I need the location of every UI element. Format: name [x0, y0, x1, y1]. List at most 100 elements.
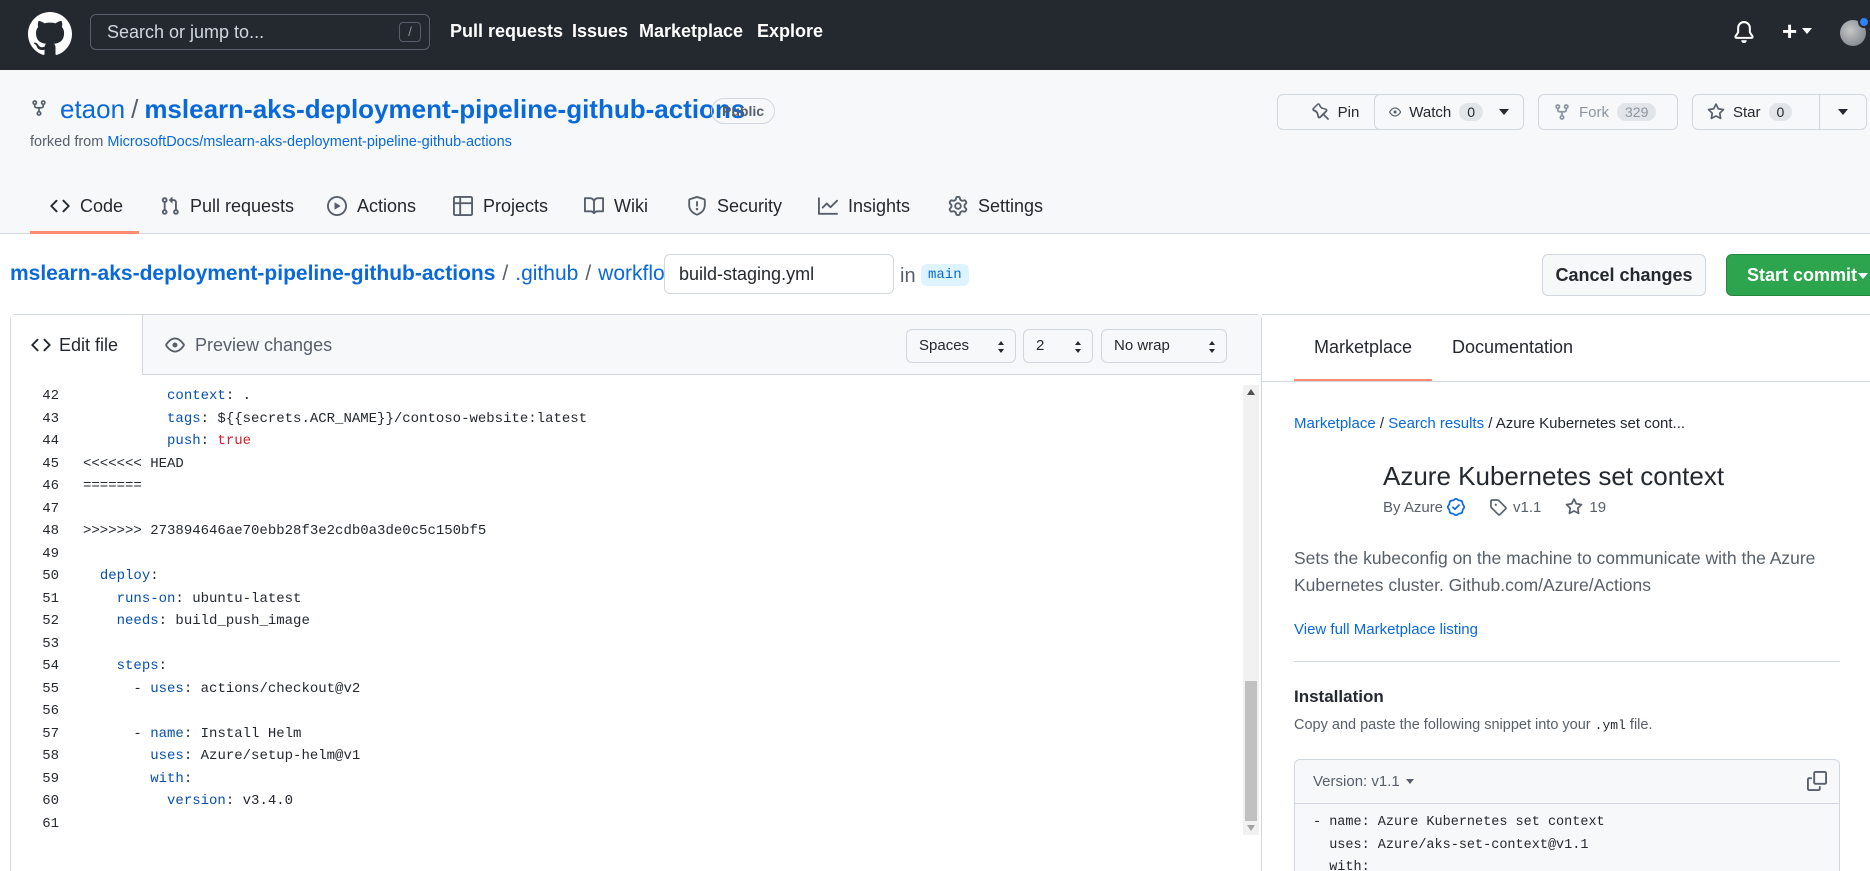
breadcrumb-repo-link[interactable]: mslearn-aks-deployment-pipeline-github-a…: [10, 262, 495, 285]
scrollbar-thumb[interactable]: [1245, 681, 1257, 821]
tab-code[interactable]: Code: [50, 178, 123, 234]
code-line[interactable]: 42 context: .: [11, 385, 1241, 408]
code-line[interactable]: 48 >>>>>>> 273894646ae70ebb28f3e2cdb0a3de…: [11, 520, 1241, 543]
panel-tab-marketplace[interactable]: Marketplace: [1294, 315, 1432, 381]
install-snippet-box: Version: v1.1 - name: Azure Kubernetes s…: [1294, 759, 1840, 871]
watch-button[interactable]: Watch 0: [1374, 94, 1524, 130]
create-new-plus-icon[interactable]: +: [1782, 16, 1797, 47]
code-area[interactable]: 42 context: . 43 tags: ${{secrets.ACR_NAM…: [11, 385, 1241, 835]
indent-size-select[interactable]: 2: [1023, 329, 1093, 363]
breadcrumb-github-dir-link[interactable]: .github: [515, 262, 578, 285]
code-line[interactable]: 53: [11, 633, 1241, 656]
yaml-key: version: [167, 793, 226, 809]
indent-mode-value: Spaces: [919, 337, 970, 354]
tab-preview-changes[interactable]: Preview changes: [165, 315, 332, 375]
code-line[interactable]: 46 =======: [11, 475, 1241, 498]
watch-count: 0: [1459, 103, 1483, 121]
select-arrows-icon: [1209, 341, 1215, 353]
pin-icon: [1311, 103, 1329, 120]
crumb-search-results-link[interactable]: Search results: [1388, 415, 1484, 432]
eye-icon: [165, 337, 185, 353]
code-line[interactable]: 54 steps:: [11, 655, 1241, 678]
yaml-colon: :: [150, 568, 159, 584]
line-number: 56: [42, 703, 59, 719]
create-new-caret-icon[interactable]: [1802, 28, 1812, 34]
repo-owner-link[interactable]: etaon: [60, 94, 125, 124]
code-line[interactable]: 58 uses: Azure/setup-helm@v1: [11, 745, 1241, 768]
code-line[interactable]: 59 with:: [11, 768, 1241, 791]
fork-button[interactable]: Fork 329: [1538, 94, 1678, 130]
notifications-bell-icon[interactable]: [1733, 20, 1755, 44]
yaml-value: actions/checkout@v2: [192, 680, 361, 697]
editor-scrollbar[interactable]: [1243, 385, 1259, 835]
nav-pull-requests[interactable]: Pull requests: [450, 21, 563, 42]
code-line[interactable]: 50 deploy:: [11, 565, 1241, 588]
code-line[interactable]: 47: [11, 498, 1241, 521]
star-button[interactable]: Star 0: [1692, 94, 1820, 130]
nav-issues[interactable]: Issues: [572, 21, 628, 42]
tab-wiki[interactable]: Wiki: [584, 178, 648, 234]
line-content: - name: Install Helm: [83, 723, 301, 746]
repo-name-link[interactable]: mslearn-aks-deployment-pipeline-github-a…: [144, 94, 745, 124]
star-list-dropdown[interactable]: [1819, 94, 1867, 130]
wrap-mode-select[interactable]: No wrap: [1101, 329, 1227, 363]
tab-settings[interactable]: Settings: [948, 178, 1043, 234]
search-input[interactable]: Search or jump to... /: [90, 14, 430, 50]
tab-pull-requests[interactable]: Pull requests: [160, 178, 294, 234]
watch-caret-icon[interactable]: [1499, 109, 1509, 115]
tab-pull-requests-label: Pull requests: [190, 195, 295, 216]
line-number: 55: [42, 680, 59, 697]
code-icon: [50, 199, 70, 213]
view-full-listing-link[interactable]: View full Marketplace listing: [1294, 621, 1478, 638]
code-line[interactable]: 55 - uses: actions/checkout@v2: [11, 678, 1241, 701]
yaml-value: v3.4.0: [234, 793, 294, 809]
code-line[interactable]: 49: [11, 543, 1241, 566]
code-line[interactable]: 52 needs: build_push_image: [11, 610, 1241, 633]
tab-edit-file[interactable]: Edit file: [11, 315, 143, 375]
forked-from-link[interactable]: MicrosoftDocs/mslearn-aks-deployment-pip…: [107, 134, 512, 150]
line-number: 43: [42, 410, 59, 427]
version-dropdown-label: Version: v1.1: [1313, 773, 1400, 790]
scroll-up-arrow-icon[interactable]: [1247, 389, 1255, 395]
nav-explore[interactable]: Explore: [757, 21, 823, 42]
version-dropdown[interactable]: Version: v1.1: [1313, 773, 1414, 790]
tab-wiki-label: Wiki: [614, 195, 648, 216]
indent-mode-select[interactable]: Spaces: [906, 329, 1016, 363]
global-header: Search or jump to... / Pull requests Iss…: [0, 0, 1870, 70]
start-commit-caret-icon[interactable]: [1858, 273, 1868, 279]
panel-tab-documentation[interactable]: Documentation: [1452, 315, 1573, 381]
breadcrumb-separator: /: [502, 262, 509, 285]
install-text-post: file.: [1629, 717, 1653, 733]
cancel-changes-button[interactable]: Cancel changes: [1542, 254, 1706, 296]
code-line[interactable]: 61: [11, 813, 1241, 836]
filename-input[interactable]: build-staging.yml: [664, 254, 894, 294]
copy-icon[interactable]: [1807, 771, 1827, 791]
tab-projects[interactable]: Projects: [453, 178, 548, 234]
code-line[interactable]: 45 <<<<<<< HEAD: [11, 453, 1241, 476]
line-content: context: .: [83, 385, 251, 408]
code-line[interactable]: 43 tags: ${{secrets.ACR_NAME}}/contoso-w…: [11, 408, 1241, 431]
scroll-down-arrow-icon[interactable]: [1247, 825, 1255, 831]
visibility-badge: Public: [711, 98, 776, 124]
code-line[interactable]: 51 runs-on: ubuntu-latest: [11, 588, 1241, 611]
tab-security[interactable]: Security: [687, 178, 782, 234]
pin-label: Pin: [1337, 103, 1360, 121]
indent-size-value: 2: [1036, 337, 1045, 354]
tab-actions[interactable]: Actions: [327, 178, 416, 234]
nav-marketplace[interactable]: Marketplace: [639, 21, 743, 42]
code-line[interactable]: 56: [11, 700, 1241, 723]
code-line[interactable]: 60 version: v3.4.0: [11, 790, 1241, 813]
line-number: 51: [42, 590, 59, 607]
crumb-marketplace-link[interactable]: Marketplace: [1294, 415, 1376, 432]
tab-insights[interactable]: Insights: [818, 178, 910, 234]
line-number: 45: [42, 455, 59, 472]
avatar-status-dot-icon: [1858, 16, 1870, 28]
yaml-value: ubuntu-latest: [183, 590, 302, 607]
code-line[interactable]: 57 - name: Install Helm: [11, 723, 1241, 746]
code-line[interactable]: 44 push: true: [11, 430, 1241, 453]
start-commit-button[interactable]: Start commit: [1726, 254, 1870, 296]
github-logo-icon[interactable]: [28, 12, 72, 56]
branch-badge: main: [921, 264, 969, 286]
gear-icon: [948, 196, 968, 216]
